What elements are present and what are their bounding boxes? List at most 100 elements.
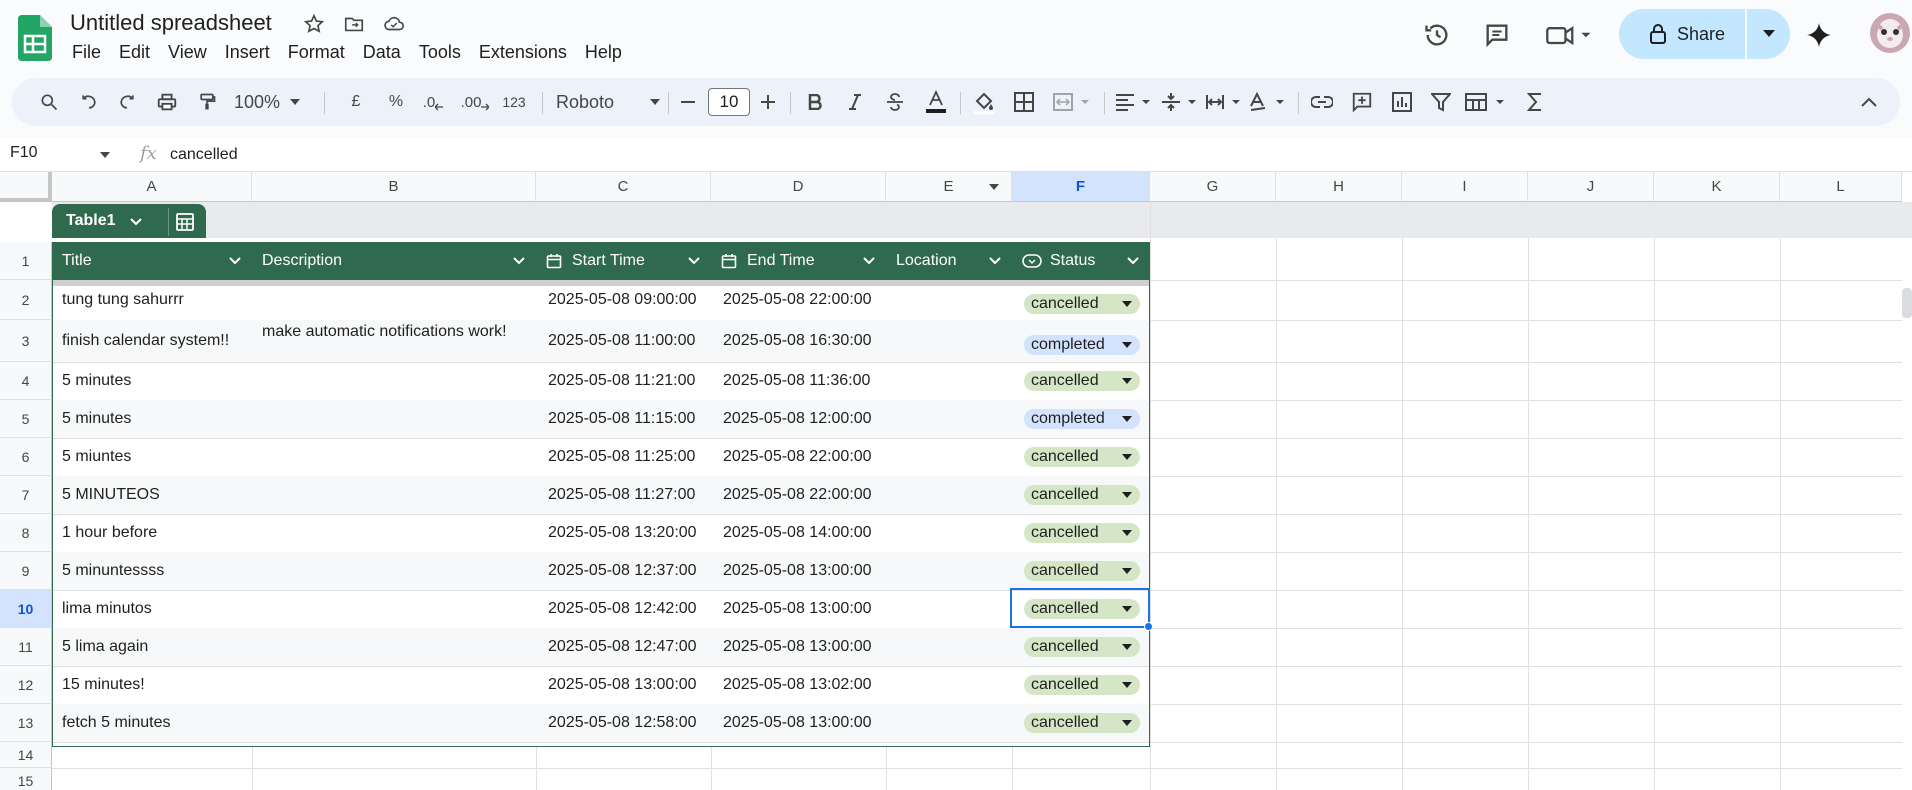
filter-views-icon[interactable] — [1462, 78, 1512, 126]
share-dropdown-button[interactable] — [1747, 9, 1790, 59]
row-header-10[interactable]: 10 — [0, 590, 52, 628]
table-cell-end[interactable]: 2025-05-08 22:00:00 — [723, 476, 872, 514]
chevron-down-icon[interactable] — [862, 254, 876, 268]
share-button[interactable]: Share — [1619, 9, 1745, 59]
table-cell-end[interactable]: 2025-05-08 22:00:00 — [723, 280, 872, 320]
table-cell-start[interactable]: 2025-05-08 12:42:00 — [548, 590, 697, 628]
table-cell-start[interactable]: 2025-05-08 11:21:00 — [548, 362, 695, 400]
gemini-icon[interactable] — [1804, 20, 1834, 50]
table-cell-end[interactable]: 2025-05-08 22:00:00 — [723, 438, 872, 476]
menu-format[interactable]: Format — [288, 42, 353, 63]
column-header-i[interactable]: I — [1402, 172, 1528, 202]
vertical-scrollbar-thumb[interactable] — [1902, 288, 1912, 318]
status-chip[interactable]: cancelled — [1024, 294, 1140, 314]
table-name-tab[interactable]: Table1 — [52, 204, 206, 238]
caret-down-icon[interactable] — [100, 152, 110, 158]
table-cell-title[interactable]: 15 minutes! — [62, 666, 145, 704]
menu-extensions[interactable]: Extensions — [479, 42, 575, 63]
chevron-down-icon[interactable] — [128, 211, 144, 231]
menu-insert[interactable]: Insert — [225, 42, 278, 63]
filter-icon[interactable] — [1426, 78, 1456, 126]
collapse-toolbar-icon[interactable] — [1854, 78, 1884, 126]
row-header-3[interactable]: 3 — [0, 320, 52, 362]
table-cell-end[interactable]: 2025-05-08 16:30:00 — [723, 320, 872, 362]
table-cell-end[interactable]: 2025-05-08 13:00:00 — [723, 590, 872, 628]
menu-tools[interactable]: Tools — [419, 42, 469, 63]
column-header-c[interactable]: C — [536, 172, 711, 202]
table-cell-end[interactable]: 2025-05-08 14:00:00 — [723, 514, 872, 552]
row-header-6[interactable]: 6 — [0, 438, 52, 476]
header-title[interactable]: Title — [62, 242, 252, 280]
table-cell-description[interactable]: make automatic notifications work! — [262, 320, 507, 344]
status-chip[interactable]: cancelled — [1024, 637, 1140, 657]
borders-icon[interactable] — [1008, 78, 1040, 126]
table-cell-title[interactable]: 5 minuntessss — [62, 552, 164, 590]
column-header-f[interactable]: F — [1012, 172, 1150, 202]
chevron-down-icon[interactable] — [1126, 254, 1140, 268]
row-header-11[interactable]: 11 — [0, 628, 52, 666]
table-cell-title[interactable]: 1 hour before — [62, 514, 157, 552]
comments-icon[interactable] — [1482, 20, 1512, 50]
zoom-select[interactable]: 100% — [234, 78, 306, 126]
table-cell-start[interactable]: 2025-05-08 11:27:00 — [548, 476, 695, 514]
table-cell-end[interactable]: 2025-05-08 13:00:00 — [723, 628, 872, 666]
cloud-saved-icon[interactable] — [382, 12, 406, 36]
strikethrough-icon[interactable] — [880, 78, 910, 126]
row-header-2[interactable]: 2 — [0, 280, 52, 320]
text-color-icon[interactable] — [920, 78, 952, 126]
select-all-corner[interactable] — [0, 172, 52, 202]
table-cell-start[interactable]: 2025-05-08 12:47:00 — [548, 628, 697, 666]
font-size-input[interactable]: 10 — [708, 88, 750, 116]
fill-handle[interactable] — [1144, 622, 1153, 631]
column-header-h[interactable]: H — [1276, 172, 1402, 202]
row-header-14[interactable]: 14 — [0, 742, 52, 768]
paint-format-icon[interactable] — [192, 78, 222, 126]
row-header-5[interactable]: 5 — [0, 400, 52, 438]
menu-edit[interactable]: Edit — [119, 42, 158, 63]
table-cell-start[interactable]: 2025-05-08 13:00:00 — [548, 666, 697, 704]
status-chip[interactable]: cancelled — [1024, 561, 1140, 581]
column-header-d[interactable]: D — [711, 172, 886, 202]
italic-icon[interactable] — [840, 78, 870, 126]
column-header-b[interactable]: B — [252, 172, 536, 202]
header-description[interactable]: Description — [262, 242, 536, 280]
menu-help[interactable]: Help — [585, 42, 630, 63]
name-box[interactable]: F10 — [10, 144, 38, 162]
increase-font-size-icon[interactable] — [756, 78, 780, 126]
status-chip[interactable]: cancelled — [1024, 675, 1140, 695]
merge-cells-icon[interactable] — [1050, 78, 1096, 126]
status-chip[interactable]: cancelled — [1024, 447, 1140, 467]
menu-view[interactable]: View — [168, 42, 215, 63]
version-history-icon[interactable] — [1422, 20, 1452, 50]
vertical-align-icon[interactable] — [1158, 78, 1202, 126]
table-cell-title[interactable]: 5 lima again — [62, 628, 148, 666]
menu-data[interactable]: Data — [363, 42, 409, 63]
table-cell-start[interactable]: 2025-05-08 09:00:00 — [548, 280, 697, 320]
menu-file[interactable]: File — [72, 42, 109, 63]
font-select[interactable]: Roboto — [556, 78, 666, 126]
status-chip[interactable]: completed — [1024, 335, 1140, 355]
spreadsheet-grid[interactable]: A B C D E F G H I J K L Table1 1 2 3 4 5… — [0, 172, 1912, 790]
table-cell-end[interactable]: 2025-05-08 13:00:00 — [723, 704, 872, 742]
star-icon[interactable] — [302, 12, 326, 36]
header-status[interactable]: Status — [1022, 242, 1150, 280]
table-cell-title[interactable]: 5 minutes — [62, 362, 131, 400]
text-rotation-icon[interactable] — [1246, 78, 1290, 126]
chevron-down-icon[interactable] — [228, 254, 242, 268]
table-cell-title[interactable]: 5 miuntes — [62, 438, 131, 476]
row-header-15[interactable]: 15 — [0, 768, 52, 790]
row-header-7[interactable]: 7 — [0, 476, 52, 514]
column-header-g[interactable]: G — [1150, 172, 1276, 202]
header-location[interactable]: Location — [896, 242, 1012, 280]
decrease-decimal-button[interactable]: .0 — [418, 78, 448, 126]
chevron-down-icon[interactable] — [512, 254, 526, 268]
horizontal-align-icon[interactable] — [1112, 78, 1156, 126]
fill-color-icon[interactable] — [968, 78, 1000, 126]
table-cell-start[interactable]: 2025-05-08 11:15:00 — [548, 400, 695, 438]
status-chip[interactable]: completed — [1024, 409, 1140, 429]
column-header-k[interactable]: K — [1654, 172, 1780, 202]
table-cell-title[interactable]: lima minutos — [62, 590, 152, 628]
table-cell-start[interactable]: 2025-05-08 12:58:00 — [548, 704, 697, 742]
more-formats-button[interactable]: 123 — [498, 78, 530, 126]
table-cell-title[interactable]: finish calendar system!! — [62, 320, 229, 362]
